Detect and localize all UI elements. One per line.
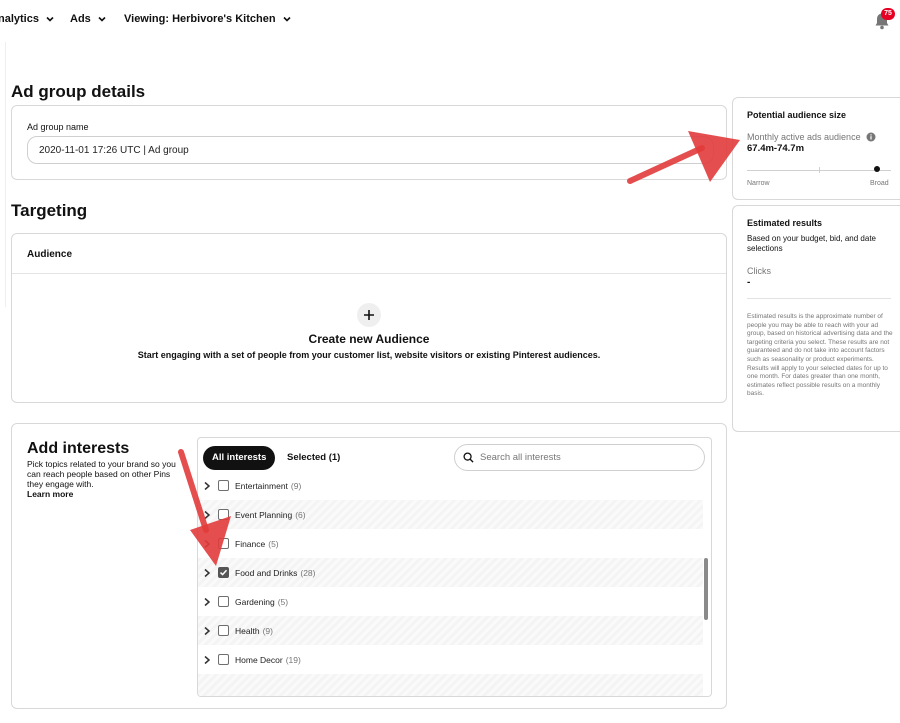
interest-checkbox[interactable] xyxy=(218,509,229,520)
notification-badge: 75 xyxy=(881,8,895,20)
chevron-right-icon[interactable] xyxy=(203,510,211,520)
slider-tick xyxy=(819,167,820,173)
create-audience-description: Start engaging with a set of people from… xyxy=(137,350,601,360)
interest-row-gardening[interactable]: Gardening (5) xyxy=(198,587,703,616)
ad-group-name-value: 2020-11-01 17:26 UTC | Ad group xyxy=(39,144,189,156)
interest-search-input[interactable] xyxy=(480,452,680,463)
ad-group-name-input[interactable]: 2020-11-01 17:26 UTC | Ad group xyxy=(27,136,714,164)
interests-list: Entertainment (9) Event Planning (6) Finan… xyxy=(198,478,703,696)
left-edge-divider xyxy=(0,42,6,307)
estimated-results-subtitle: Based on your budget, bid, and date sele… xyxy=(747,234,876,253)
chevron-right-icon[interactable] xyxy=(203,626,211,636)
chevron-down-icon xyxy=(98,16,106,22)
chevron-right-icon[interactable] xyxy=(203,655,211,665)
chevron-down-icon xyxy=(282,16,291,22)
interest-label: Health (9) xyxy=(235,625,273,636)
chevron-right-icon[interactable] xyxy=(203,481,211,491)
clicks-label: Clicks xyxy=(747,266,771,276)
add-interests-description: Pick topics related to your brand so you… xyxy=(27,459,176,489)
search-icon xyxy=(463,452,474,463)
audience-metric-value: 67.4m-74.7m xyxy=(747,143,805,154)
interest-search-box[interactable] xyxy=(454,444,705,471)
slider-min-label: Narrow xyxy=(747,180,770,187)
interest-row-finance[interactable]: Finance (5) xyxy=(198,529,703,558)
learn-more-link[interactable]: Learn more xyxy=(27,489,73,499)
chevron-down-icon xyxy=(46,16,54,22)
clicks-value: - xyxy=(747,277,751,288)
estimated-results-card: Estimated results Based on your budget, … xyxy=(732,205,900,432)
chevron-right-icon[interactable] xyxy=(203,568,211,578)
interest-label: Entertainment (9) xyxy=(235,480,302,491)
info-icon[interactable] xyxy=(866,132,876,142)
check-icon xyxy=(219,569,228,576)
interest-checkbox-checked[interactable] xyxy=(218,567,229,578)
create-audience-title[interactable]: Create new Audience xyxy=(12,332,726,346)
scrollbar-thumb[interactable] xyxy=(704,558,708,620)
ad-group-details-card: Ad group name 2020-11-01 17:26 UTC | Ad … xyxy=(11,105,727,180)
ad-group-name-label: Ad group name xyxy=(27,122,89,132)
tab-all-interests[interactable]: All interests xyxy=(203,446,276,470)
top-navigation: nalytics Ads Viewing: Herbivore's Kitche… xyxy=(0,0,900,42)
nav-viewing-account-dropdown[interactable]: Viewing: Herbivore's Kitchen xyxy=(124,13,292,25)
interest-label: Gardening (5) xyxy=(235,596,289,607)
interest-row-home-decor[interactable]: Home Decor (19) xyxy=(198,645,703,674)
interest-checkbox[interactable] xyxy=(218,596,229,607)
add-interests-title: Add interests xyxy=(27,440,130,457)
interest-row-entertainment[interactable]: Entertainment (9) xyxy=(198,478,703,500)
tab-selected-interests[interactable]: Selected (1) xyxy=(287,446,340,470)
interest-checkbox[interactable] xyxy=(218,654,229,665)
interest-checkbox[interactable] xyxy=(218,480,229,491)
audience-card: Audience Create new Audience Start engag… xyxy=(11,233,727,403)
plus-icon xyxy=(364,310,374,320)
interest-row-partial[interactable] xyxy=(198,674,703,696)
interests-card: Add interests Pick topics related to you… xyxy=(11,423,727,709)
interest-row-food-and-drinks[interactable]: Food and Drinks (28) xyxy=(198,558,703,587)
interest-row-health[interactable]: Health (9) xyxy=(198,616,703,645)
slider-max-label: Broad xyxy=(870,180,889,187)
audience-slider-knob[interactable] xyxy=(873,166,880,172)
estimated-divider xyxy=(747,298,891,299)
audience-size-title: Potential audience size xyxy=(747,110,847,120)
interest-checkbox[interactable] xyxy=(218,625,229,636)
interest-row-event-planning[interactable]: Event Planning (6) xyxy=(198,500,703,529)
interest-checkbox[interactable] xyxy=(218,538,229,549)
audience-metric-label: Monthly active ads audience xyxy=(747,132,861,142)
interests-scrollbar[interactable] xyxy=(703,478,711,696)
audience-size-card: Potential audience size Monthly active a… xyxy=(732,97,900,200)
estimated-results-title: Estimated results xyxy=(747,218,823,228)
estimated-disclaimer: Estimated results is the approximate num… xyxy=(747,313,893,398)
nav-analytics-dropdown[interactable]: nalytics xyxy=(0,13,55,25)
interest-label: Food and Drinks (28) xyxy=(235,567,316,578)
interest-tabs: All interests Selected (1) xyxy=(198,438,711,478)
nav-ads-dropdown[interactable]: Ads xyxy=(70,13,107,25)
interest-label: Finance (5) xyxy=(235,538,279,549)
chevron-right-icon[interactable] xyxy=(203,597,211,607)
interests-panel: All interests Selected (1) Entertainment… xyxy=(197,437,712,697)
interest-label: Event Planning (6) xyxy=(235,509,306,520)
audience-header: Audience xyxy=(12,234,726,274)
nav-ads-label: Ads xyxy=(70,13,91,25)
audience-label: Audience xyxy=(27,249,73,260)
interest-label: Home Decor (19) xyxy=(235,654,301,665)
create-audience-button[interactable] xyxy=(357,303,381,327)
targeting-heading: Targeting xyxy=(11,201,88,220)
ad-group-details-heading: Ad group details xyxy=(11,82,146,101)
nav-viewing-label: Viewing: Herbivore's Kitchen xyxy=(124,13,276,25)
nav-analytics-label: nalytics xyxy=(0,13,39,25)
chevron-right-icon[interactable] xyxy=(203,539,211,549)
